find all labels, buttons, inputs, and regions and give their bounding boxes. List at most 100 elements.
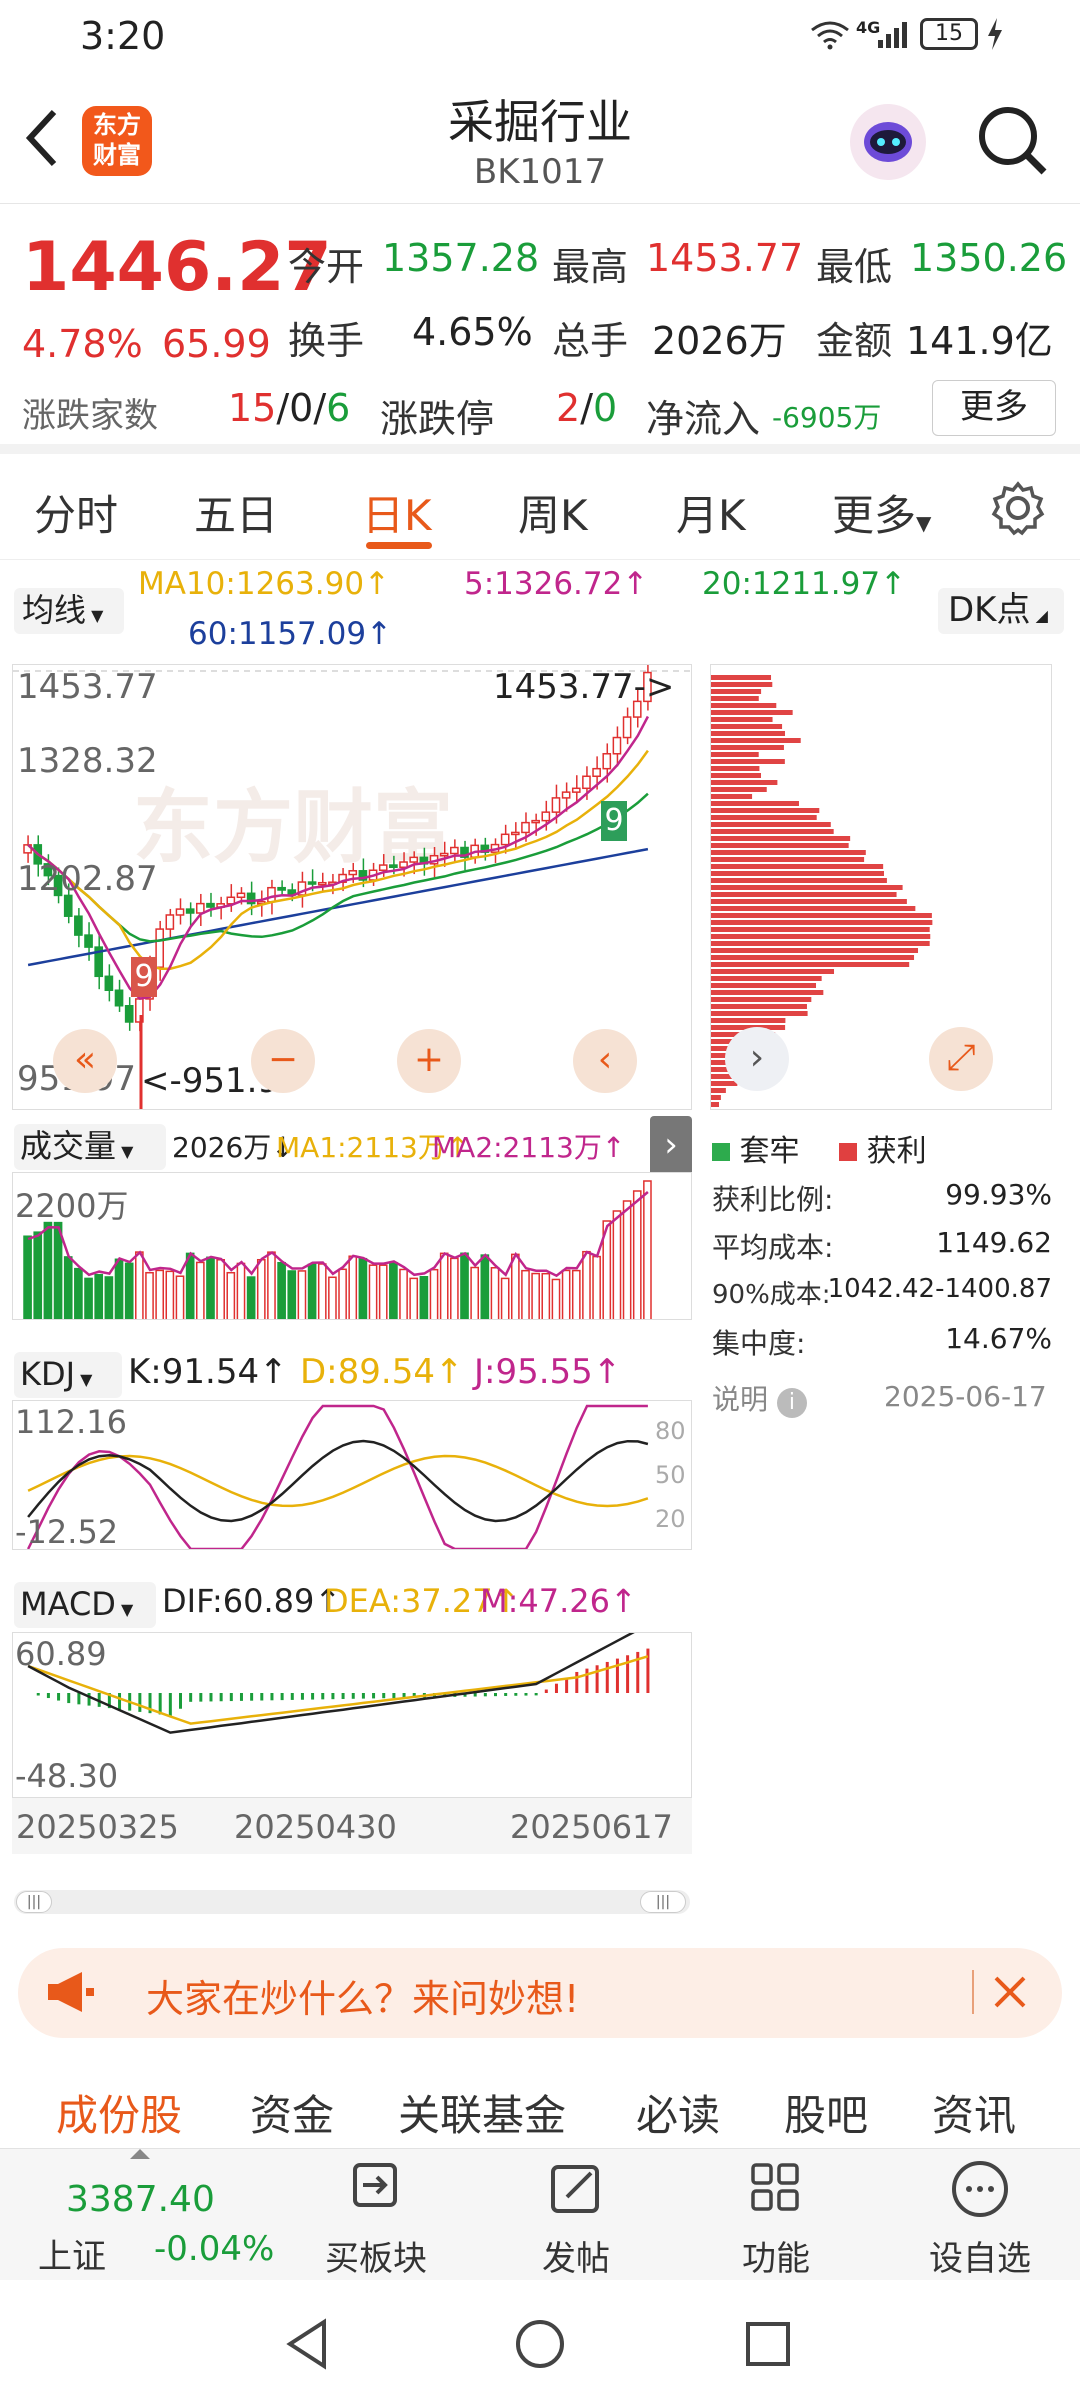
tab-weekly[interactable]: 周K	[518, 482, 588, 543]
turnover-value: 4.65%	[412, 310, 533, 354]
candle-body	[175, 908, 185, 916]
bottom-toolbar: 3387.40 上证 -0.04% 买板块 发帖 功能 设自选	[0, 2148, 1080, 2280]
chip-stat-value: 14.67%	[945, 1322, 1052, 1355]
volume-bar	[378, 1264, 388, 1319]
zoom-out-icon[interactable]: −	[251, 1029, 315, 1093]
ma-selector[interactable]: 均线 ▼	[14, 588, 124, 634]
index-value[interactable]: 3387.40	[66, 2179, 215, 2220]
chip-stat-value: 99.93%	[945, 1178, 1052, 1211]
volume-bar	[429, 1268, 439, 1319]
post-button[interactable]: 发帖	[496, 2159, 656, 2280]
close-icon[interactable]	[990, 1972, 1030, 2016]
amount-value: 141.9亿	[906, 319, 1053, 363]
chip-scroll-right-icon[interactable]: ›	[725, 1027, 789, 1091]
tab-forum[interactable]: 股吧	[784, 2082, 868, 2143]
kdj-d: D:89.54↑	[300, 1352, 464, 1392]
max-price-marker: 1453.77->	[493, 667, 674, 707]
macd-selector[interactable]: MACD ▼	[14, 1582, 156, 1628]
dk-point-button[interactable]: DK点 ◢	[938, 588, 1064, 634]
ma5-value: 5:1326.72↑	[464, 566, 649, 602]
tab-monthly[interactable]: 月K	[676, 482, 746, 543]
zoom-in-icon[interactable]: +	[397, 1029, 461, 1093]
edit-icon	[551, 2165, 599, 2213]
limit-sep: /	[580, 386, 593, 430]
chart-scrollbar[interactable]: ||| |||	[14, 1890, 690, 1914]
tab-funds[interactable]: 资金	[250, 2082, 334, 2143]
info-icon: i	[776, 1388, 807, 1418]
panel-expand-button[interactable]: ›	[650, 1116, 692, 1176]
robot-avatar-icon[interactable]	[846, 102, 930, 186]
expand-icon[interactable]: ⤢	[929, 1027, 993, 1091]
volume-bar	[104, 1276, 114, 1319]
nav-back-icon[interactable]	[284, 2318, 332, 2374]
chip-note[interactable]: 说明 i	[712, 1378, 807, 1418]
volume-bar	[409, 1277, 419, 1319]
back-icon[interactable]	[22, 106, 62, 174]
candle-body	[307, 881, 317, 885]
chip-bar	[711, 857, 865, 862]
index-name[interactable]: 上证	[38, 2229, 106, 2278]
ask-banner[interactable]: 大家在炒什么？来问妙想!	[18, 1948, 1062, 2038]
volume-panel[interactable]: 2200万	[12, 1172, 692, 1320]
candle-body	[521, 821, 530, 834]
tab-daily[interactable]: 日K	[362, 482, 432, 543]
chip-bar	[711, 990, 824, 995]
chip-bar	[711, 787, 767, 792]
chip-bar	[711, 773, 762, 778]
add-watchlist-button[interactable]: 设自选	[900, 2159, 1060, 2280]
volume-bar	[317, 1263, 327, 1319]
kline-panel[interactable]: 东方财富 1453.77 1328.32 1202.87 951.97 1453…	[12, 664, 692, 1110]
netflow-value: -6905万	[772, 401, 882, 434]
period-tabs: 分时 五日 日K 周K 月K 更多▼	[0, 456, 1080, 560]
scroll-left-fast-icon[interactable]: «	[53, 1029, 117, 1093]
index-change[interactable]: -0.04%	[154, 2229, 274, 2269]
chip-bar	[711, 1102, 719, 1107]
candle-body	[165, 914, 175, 930]
candle-body	[612, 736, 622, 755]
candle-body	[531, 819, 540, 824]
settings-gear-icon[interactable]	[990, 480, 1046, 540]
chip-distribution-panel[interactable]: › ⤢	[710, 664, 1052, 1110]
kdj-y-bottom: -12.52	[15, 1513, 119, 1550]
tab-5day[interactable]: 五日	[194, 482, 278, 543]
macd-m: M:47.26↑	[480, 1582, 637, 1620]
scrollbar-left-handle[interactable]: |||	[16, 1891, 52, 1913]
high-label: 最高	[552, 245, 629, 289]
volume-bar	[439, 1252, 449, 1319]
functions-button[interactable]: 功能	[696, 2159, 856, 2280]
ma60-value: 60:1157.09↑	[188, 616, 393, 652]
macd-dif-line	[27, 1633, 635, 1734]
scrollbar-right-handle[interactable]: |||	[640, 1891, 686, 1913]
volume-bar	[94, 1273, 104, 1319]
tab-related-funds[interactable]: 关联基金	[398, 2082, 566, 2143]
volume-bar	[389, 1261, 398, 1319]
chip-bar	[711, 850, 866, 855]
charging-icon	[985, 16, 1005, 56]
scroll-left-icon[interactable]: ‹	[573, 1029, 637, 1093]
chip-bar	[711, 976, 822, 981]
more-button[interactable]: 更多	[932, 380, 1056, 436]
search-icon[interactable]	[976, 104, 1048, 180]
chip-bar	[711, 997, 812, 1002]
tab-must-read[interactable]: 必读	[636, 2082, 720, 2143]
tab-more[interactable]: 更多▼	[832, 482, 931, 543]
chip-bar	[711, 1081, 738, 1086]
candle-body	[551, 797, 561, 813]
megaphone-icon	[46, 1970, 96, 2018]
breadth-label: 涨跌家数	[22, 396, 158, 436]
nav-recents-icon[interactable]	[744, 2320, 792, 2372]
macd-panel[interactable]: 60.89 -48.30	[12, 1632, 692, 1798]
chip-bar	[711, 738, 801, 743]
chip-bar	[711, 675, 772, 680]
tab-minute[interactable]: 分时	[34, 482, 118, 543]
kdj-selector[interactable]: KDJ ▼	[14, 1352, 122, 1398]
tab-news[interactable]: 资讯	[932, 2082, 1016, 2143]
status-time: 3:20	[80, 14, 166, 58]
tab-constituents[interactable]: 成份股	[56, 2082, 182, 2143]
buy-sector-button[interactable]: 买板块	[296, 2159, 456, 2280]
candle-body	[582, 775, 591, 790]
nav-home-icon[interactable]	[514, 2318, 566, 2374]
open-label: 今开	[288, 245, 365, 289]
volume-selector[interactable]: 成交量 ▼	[14, 1124, 166, 1170]
kdj-panel[interactable]: 112.16 -12.52 80 50 20	[12, 1400, 692, 1550]
